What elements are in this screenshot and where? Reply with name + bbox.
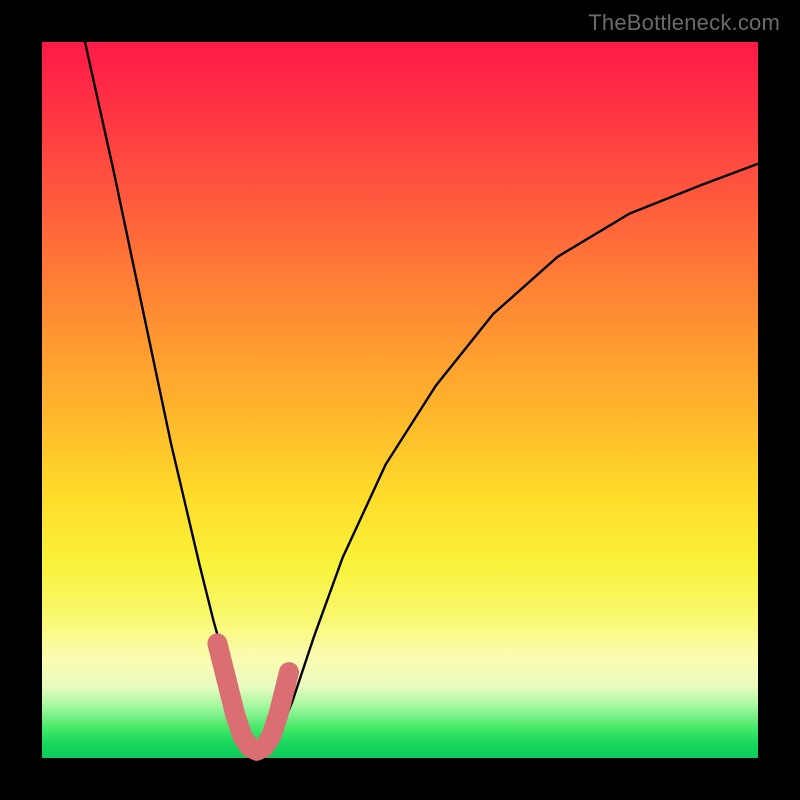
highlight-region-path: [217, 643, 289, 750]
bottleneck-curve-path: [85, 42, 758, 754]
curve-svg: [42, 42, 758, 758]
chart-frame: TheBottleneck.com: [0, 0, 800, 800]
plot-area: [42, 42, 758, 758]
watermark-text: TheBottleneck.com: [588, 10, 780, 36]
